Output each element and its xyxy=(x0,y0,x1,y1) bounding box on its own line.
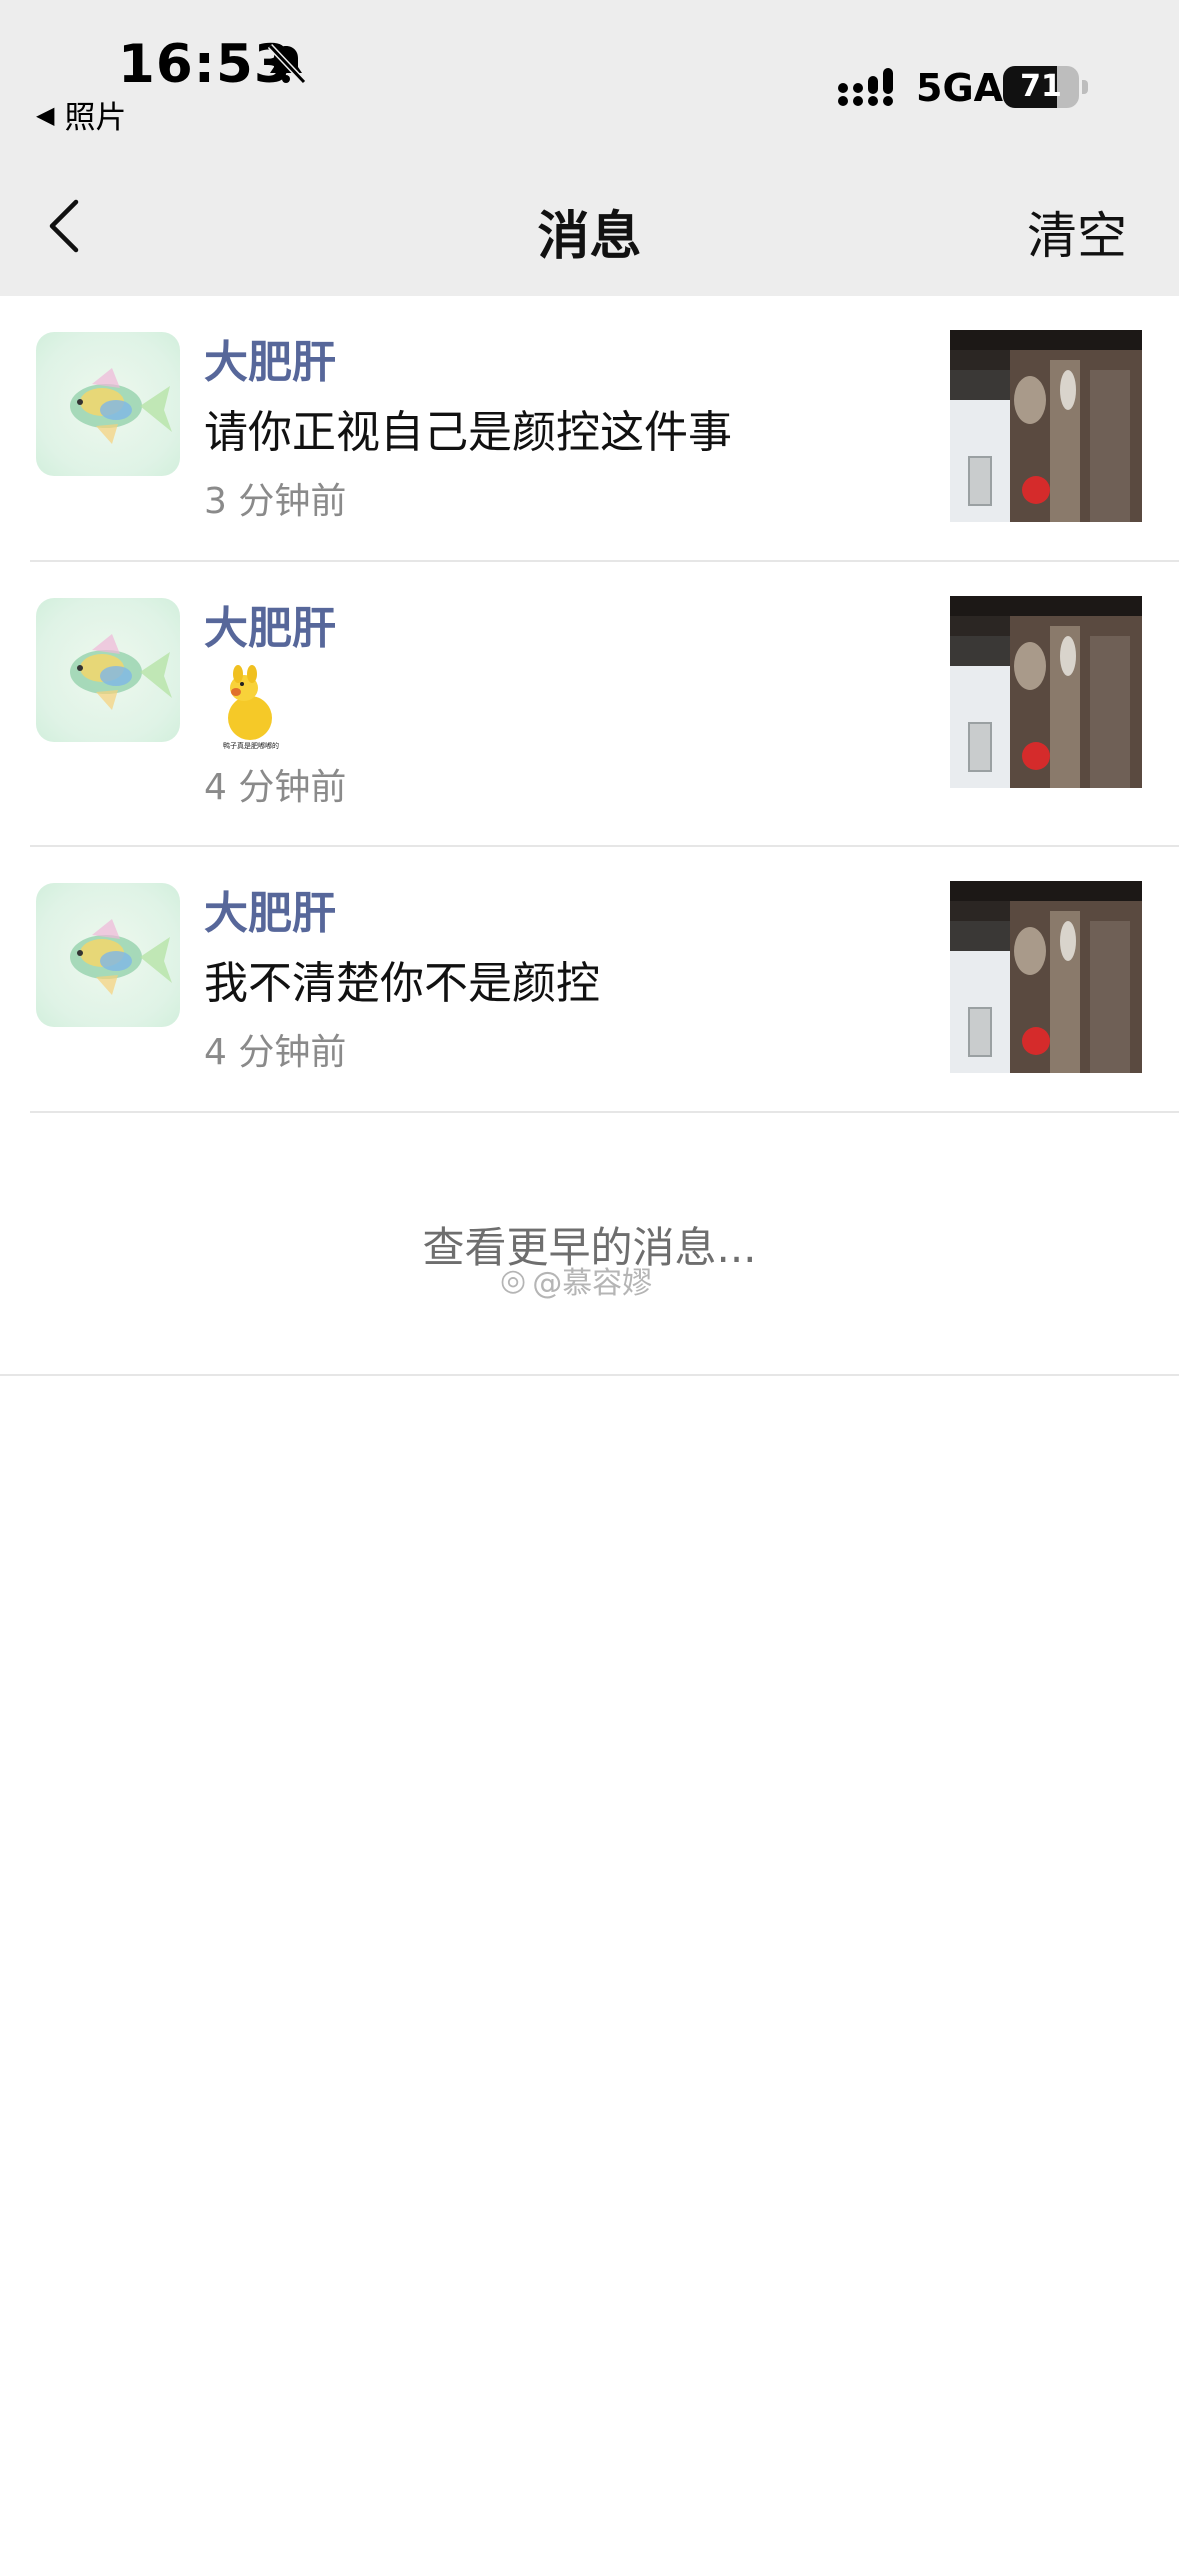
sender-name[interactable]: 大肥肝 xyxy=(204,877,336,941)
message-time: 4 分钟前 xyxy=(204,767,347,808)
avatar[interactable] xyxy=(36,598,180,742)
message-row[interactable]: 大肥肝 鸭子真是肥嘟嘟的 4 分钟前 xyxy=(0,562,1179,847)
status-back-label: 照片 xyxy=(64,100,127,136)
message-time: 3 分钟前 xyxy=(204,481,347,522)
section-divider xyxy=(0,1374,1179,1376)
yellow-bear-sticker: 鸭子真是肥嘟嘟的 xyxy=(216,665,286,750)
row-divider xyxy=(30,1111,1179,1113)
post-photo xyxy=(950,881,1142,1073)
signal-icon xyxy=(838,68,893,106)
sticker-caption: 鸭子真是肥嘟嘟的 xyxy=(223,741,279,750)
network-label: 5GA xyxy=(916,66,1004,110)
top-bar: 16:53 ◀ 照片 5GA 71 消息 清空 xyxy=(0,0,1179,296)
status-back-to-app[interactable]: ◀ 照片 xyxy=(36,92,126,137)
post-thumbnail[interactable] xyxy=(950,881,1142,1073)
message-text: 请你正视自己是颜控这件事 xyxy=(204,407,732,458)
load-more-section: 查看更早的消息... xyxy=(0,1114,1179,1376)
message-row[interactable]: 大肥肝 我不清楚你不是颜控 4 分钟前 xyxy=(0,847,1179,1113)
message-row[interactable]: 大肥肝 请你正视自己是颜控这件事 3 分钟前 xyxy=(0,296,1179,562)
clear-button[interactable]: 清空 xyxy=(1027,196,1127,268)
watermark-text: @慕容嫪 xyxy=(532,1266,653,1301)
avatar[interactable] xyxy=(36,332,180,476)
weibo-icon: ◎ xyxy=(500,1262,527,1298)
weibo-watermark: ◎ @慕容嫪 xyxy=(500,1258,652,1302)
goldfish-avatar-icon xyxy=(70,368,172,444)
sender-name[interactable]: 大肥肝 xyxy=(204,592,336,656)
sender-name[interactable]: 大肥肝 xyxy=(204,326,336,390)
post-photo xyxy=(950,330,1142,522)
back-triangle-icon: ◀ xyxy=(36,100,55,129)
message-text: 我不清楚你不是颜控 xyxy=(204,958,600,1009)
battery-icon: 71 xyxy=(1003,66,1079,108)
goldfish-avatar-icon xyxy=(70,919,172,995)
message-time: 4 分钟前 xyxy=(204,1032,347,1073)
battery-percent: 71 xyxy=(1020,69,1062,104)
goldfish-avatar-icon xyxy=(70,634,172,710)
page-title: 消息 xyxy=(537,207,642,267)
avatar[interactable] xyxy=(36,883,180,1027)
message-list: 大肥肝 请你正视自己是颜控这件事 3 分钟前 大肥肝 鸭子真是肥嘟嘟的 4 分钟… xyxy=(0,296,1179,1113)
post-photo xyxy=(950,596,1142,788)
battery-tip xyxy=(1082,80,1088,94)
post-thumbnail[interactable] xyxy=(950,596,1142,788)
post-thumbnail[interactable] xyxy=(950,330,1142,522)
bell-muted-icon xyxy=(267,43,307,85)
